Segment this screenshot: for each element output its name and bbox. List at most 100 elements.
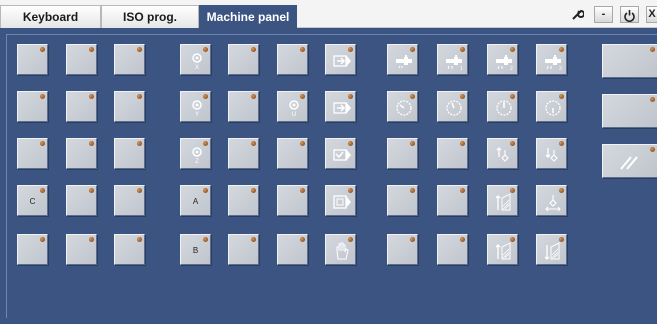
led-indicator	[300, 141, 305, 146]
spindle-override-key[interactable]	[437, 91, 468, 122]
rapid-override-key[interactable]	[487, 91, 518, 122]
key-r3c6[interactable]	[277, 138, 308, 169]
coolant-3-key[interactable]: 3	[536, 44, 567, 75]
axis-y-label: Y	[195, 112, 199, 118]
axis-z-key[interactable]: Z	[180, 138, 211, 169]
hand-icon	[336, 242, 349, 260]
led-indicator	[650, 97, 655, 102]
hand-stop-key[interactable]	[325, 234, 356, 265]
coolant-number: 1	[460, 66, 463, 71]
led-indicator	[40, 94, 45, 99]
axis-z-icon: Z	[192, 147, 202, 165]
tool-retract-key[interactable]	[487, 234, 518, 265]
machine-panel: C X Y Z A B U 1 2 3	[0, 28, 657, 324]
minimize-button[interactable]: -	[594, 6, 613, 23]
key-r4c9[interactable]	[437, 185, 468, 216]
key-r5c3[interactable]	[114, 234, 145, 265]
led-indicator	[650, 147, 655, 152]
axis-x-label: X	[195, 65, 199, 71]
tool-horizontal-key[interactable]	[536, 185, 567, 216]
program-start-key[interactable]	[325, 44, 356, 75]
large-key-2[interactable]	[602, 94, 657, 128]
key-r4c5[interactable]	[228, 185, 259, 216]
tool-up-icon	[496, 147, 509, 162]
key-r5c1[interactable]	[17, 234, 48, 265]
jog-up-key[interactable]	[487, 138, 518, 169]
key-r5c8[interactable]	[387, 234, 418, 265]
tool-down-icon	[545, 148, 558, 162]
key-b[interactable]: B	[180, 234, 211, 265]
key-r1c5[interactable]	[228, 44, 259, 75]
axis-y-key[interactable]: Y	[180, 91, 211, 122]
led-indicator	[251, 188, 256, 193]
key-r5c9[interactable]	[437, 234, 468, 265]
key-r4c2[interactable]	[66, 185, 97, 216]
program-single-block-key[interactable]	[325, 185, 356, 216]
key-a[interactable]: A	[180, 185, 211, 216]
jog-override-key[interactable]	[536, 91, 567, 122]
led-indicator	[251, 237, 256, 242]
key-r3c1[interactable]	[17, 138, 48, 169]
large-key-1[interactable]	[602, 44, 657, 78]
key-r1c3[interactable]	[114, 44, 145, 75]
key-r1c2[interactable]	[66, 44, 97, 75]
key-label: B	[192, 246, 199, 255]
program-check-key[interactable]	[325, 138, 356, 169]
tool-hatched-icon	[544, 242, 560, 260]
key-r1c6[interactable]	[277, 44, 308, 75]
tool-hatched-icon	[495, 193, 511, 211]
arrow-right-box-icon	[333, 102, 351, 114]
feed-override-key[interactable]	[387, 91, 418, 122]
led-indicator	[300, 188, 305, 193]
led-indicator	[137, 188, 142, 193]
key-r1c1[interactable]	[17, 44, 48, 75]
key-r3c2[interactable]	[66, 138, 97, 169]
coolant-1-key[interactable]: 1	[437, 44, 468, 75]
key-r2c1[interactable]	[17, 91, 48, 122]
led-indicator	[300, 47, 305, 52]
double-slash-icon	[620, 156, 638, 170]
axis-u-label: U	[292, 112, 296, 118]
key-r3c8[interactable]	[387, 138, 418, 169]
key-c[interactable]: C	[17, 185, 48, 216]
key-r4c8[interactable]	[387, 185, 418, 216]
faucet-icon: 1	[446, 55, 463, 71]
tab-machine-panel[interactable]: Machine panel	[199, 5, 297, 28]
key-r5c2[interactable]	[66, 234, 97, 265]
power-button[interactable]	[620, 6, 639, 23]
tool-advance-key[interactable]	[487, 185, 518, 216]
led-indicator	[650, 47, 655, 52]
led-indicator	[89, 237, 94, 242]
parallel-key[interactable]	[602, 144, 657, 178]
program-step-key[interactable]	[325, 91, 356, 122]
led-indicator	[410, 141, 415, 146]
key-r5c6[interactable]	[277, 234, 308, 265]
top-bar: Keyboard ISO prog. Machine panel - X	[0, 0, 657, 28]
coolant-key[interactable]	[387, 44, 418, 75]
close-button[interactable]: X	[646, 6, 657, 23]
led-indicator	[137, 237, 142, 242]
check-arrow-icon	[333, 149, 351, 161]
settings-button[interactable]	[568, 6, 587, 23]
key-r3c9[interactable]	[437, 138, 468, 169]
tab-keyboard[interactable]: Keyboard	[0, 5, 101, 28]
tab-iso-prog[interactable]: ISO prog.	[101, 5, 199, 28]
jog-down-key[interactable]	[536, 138, 567, 169]
key-r2c3[interactable]	[114, 91, 145, 122]
key-r3c3[interactable]	[114, 138, 145, 169]
led-indicator	[251, 141, 256, 146]
axis-u-key[interactable]: U	[277, 91, 308, 122]
axis-x-key[interactable]: X	[180, 44, 211, 75]
coolant-2-key[interactable]: 2	[487, 44, 518, 75]
tool-down-hatched-key[interactable]	[536, 234, 567, 265]
key-r3c5[interactable]	[228, 138, 259, 169]
key-r4c6[interactable]	[277, 185, 308, 216]
key-r5c5[interactable]	[228, 234, 259, 265]
tool-horizontal-icon	[545, 195, 561, 212]
key-r2c2[interactable]	[66, 91, 97, 122]
led-indicator	[460, 188, 465, 193]
coolant-number: 2	[510, 66, 513, 71]
key-r2c5[interactable]	[228, 91, 259, 122]
key-r4c3[interactable]	[114, 185, 145, 216]
led-indicator	[89, 94, 94, 99]
